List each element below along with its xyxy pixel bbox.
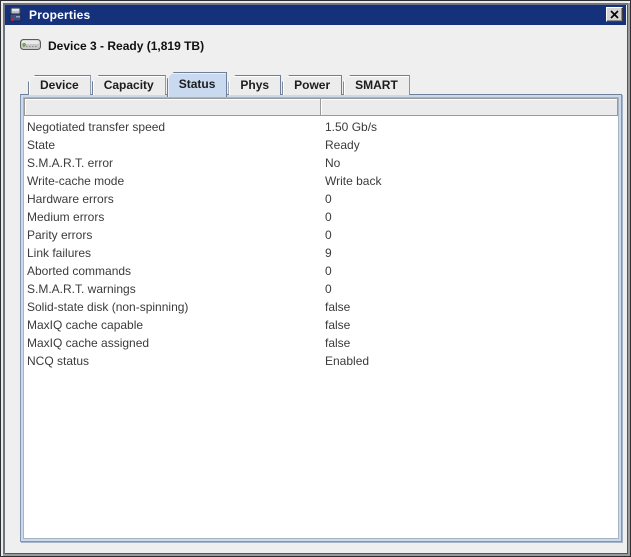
property-value-cell: false [325, 300, 351, 314]
property-value-cell: 0 [325, 210, 332, 224]
table-row[interactable]: Link failures 9 [24, 244, 618, 262]
table-row[interactable]: Hardware errors 0 [24, 190, 618, 208]
close-icon [610, 10, 619, 19]
table-row[interactable]: MaxIQ cache assigned false [24, 334, 618, 352]
property-name-cell: S.M.A.R.T. warnings [27, 282, 136, 296]
device-header: Device 3 - Ready (1,819 TB) [20, 36, 204, 56]
property-value-cell: Ready [325, 138, 360, 152]
window-title: Properties [29, 8, 91, 22]
column-header[interactable] [320, 98, 618, 116]
property-name-cell: Link failures [27, 246, 92, 260]
property-value-cell: 9 [325, 246, 332, 260]
table-header [24, 98, 618, 116]
property-name-cell: State [27, 138, 56, 152]
property-value-cell: No [325, 156, 341, 170]
table-row[interactable]: NCQ status Enabled [24, 352, 618, 370]
property-name-cell: Negotiated transfer speed [27, 120, 166, 134]
tab-device[interactable]: Device [28, 75, 91, 95]
app-icon [8, 7, 24, 23]
table-row[interactable]: S.M.A.R.T. warnings 0 [24, 280, 618, 298]
table-row[interactable]: State Ready [24, 136, 618, 154]
property-name-cell: Solid-state disk (non-spinning) [27, 300, 189, 314]
property-value-cell: Write back [325, 174, 382, 188]
property-name-cell: Hardware errors [27, 192, 114, 206]
property-value-cell: 0 [325, 282, 332, 296]
status-table: Negotiated transfer speed 1.50 Gb/s State R… [23, 97, 619, 539]
disk-drive-icon [20, 36, 41, 57]
table-body: Negotiated transfer speed 1.50 Gb/s State R… [24, 116, 618, 370]
device-label: Device 3 - Ready (1,819 TB) [48, 39, 205, 53]
column-header[interactable] [24, 98, 321, 116]
table-row[interactable]: S.M.A.R.T. error No [24, 154, 618, 172]
tab-bar: Device Capacity Status Phys Power SMART [28, 72, 411, 97]
properties-dialog: Properties Device 3 - Ready (1,819 TB) D… [0, 0, 631, 557]
property-value-cell: 0 [325, 264, 332, 278]
tab-status[interactable]: Status [166, 72, 228, 97]
property-value-cell: 1.50 Gb/s [325, 120, 378, 134]
property-value-cell: 0 [325, 228, 332, 242]
property-name-cell: S.M.A.R.T. error [27, 156, 114, 170]
tab-capacity[interactable]: Capacity [91, 75, 166, 95]
table-row[interactable]: MaxIQ cache capable false [24, 316, 618, 334]
table-row[interactable]: Write-cache mode Write back [24, 172, 618, 190]
property-name-cell: MaxIQ cache capable [27, 318, 144, 332]
table-row[interactable]: Aborted commands 0 [24, 262, 618, 280]
tab-power[interactable]: Power [282, 75, 343, 95]
property-name-cell: Aborted commands [27, 264, 132, 278]
titlebar[interactable]: Properties [5, 5, 626, 25]
property-value-cell: false [325, 318, 351, 332]
property-name-cell: NCQ status [27, 354, 90, 368]
property-name-cell: Medium errors [27, 210, 105, 224]
property-value-cell: 0 [325, 192, 332, 206]
property-value-cell: Enabled [325, 354, 370, 368]
table-row[interactable]: Medium errors 0 [24, 208, 618, 226]
tab-content-pane: Negotiated transfer speed 1.50 Gb/s State R… [20, 94, 622, 542]
table-row[interactable]: Solid-state disk (non-spinning) false [24, 298, 618, 316]
table-row[interactable]: Negotiated transfer speed 1.50 Gb/s [24, 118, 618, 136]
property-name-cell: Parity errors [27, 228, 93, 242]
property-name-cell: Write-cache mode [27, 174, 125, 188]
table-row[interactable]: Parity errors 0 [24, 226, 618, 244]
property-value-cell: false [325, 336, 351, 350]
close-button[interactable] [606, 7, 623, 22]
tab-smart[interactable]: SMART [343, 75, 410, 95]
tab-phys[interactable]: Phys [228, 75, 282, 95]
property-name-cell: MaxIQ cache assigned [27, 336, 150, 350]
